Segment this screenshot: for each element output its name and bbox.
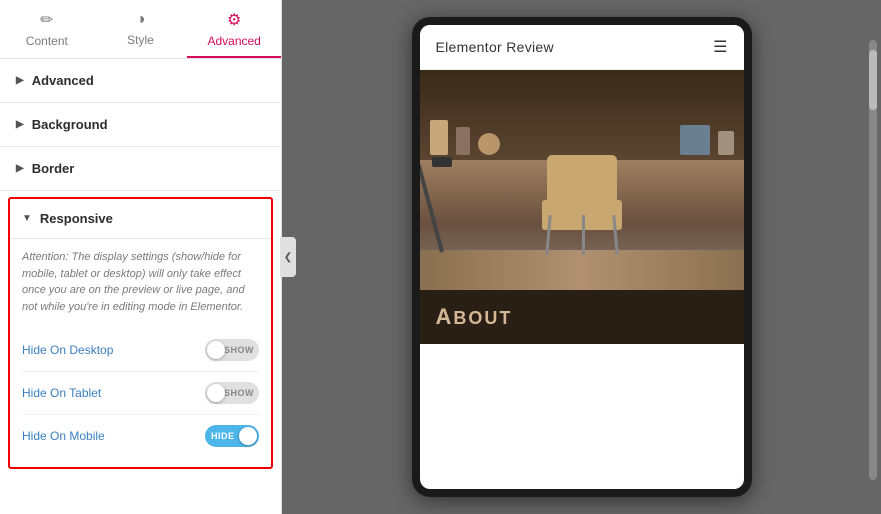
tab-advanced[interactable]: ⚙ Advanced bbox=[187, 0, 281, 58]
section-advanced-label: Advanced bbox=[32, 73, 94, 88]
left-panel: ✏ Content ◑ Style ⚙ Advanced ▶ Advanced … bbox=[0, 0, 282, 514]
tab-style-label: Style bbox=[127, 33, 154, 47]
chair-back bbox=[547, 155, 617, 205]
chevron-right-icon-border: ▶ bbox=[16, 163, 24, 174]
phone-mockup: Elementor Review ☰ bbox=[412, 17, 752, 497]
hide-desktop-toggle-text: SHOW bbox=[224, 345, 254, 355]
responsive-content: Attention: The display settings (show/hi… bbox=[10, 239, 271, 467]
hide-mobile-toggle[interactable]: HIDE bbox=[205, 425, 259, 447]
chevron-right-icon: ▶ bbox=[16, 75, 24, 86]
shelf-item-3 bbox=[478, 133, 500, 155]
lamp-wrap bbox=[440, 162, 444, 252]
hide-tablet-row: Hide On Tablet SHOW bbox=[22, 372, 259, 415]
responsive-section-header[interactable]: ▼ Responsive bbox=[10, 199, 271, 239]
tab-style[interactable]: ◑ Style bbox=[94, 0, 188, 58]
content-icon: ✏ bbox=[40, 10, 53, 30]
hide-mobile-label: Hide On Mobile bbox=[22, 429, 105, 443]
hide-tablet-label: Hide On Tablet bbox=[22, 386, 101, 400]
hide-desktop-toggle-wrap: SHOW bbox=[205, 339, 259, 361]
shelf-item-5 bbox=[718, 131, 734, 155]
chair-leg-center bbox=[582, 215, 585, 255]
hide-tablet-toggle-text: SHOW bbox=[224, 388, 254, 398]
phone-screen: Elementor Review ☰ bbox=[420, 25, 744, 489]
about-title: ABOUT bbox=[436, 304, 513, 329]
right-preview: Elementor Review ☰ bbox=[282, 0, 881, 514]
chair-legs-wrap bbox=[547, 205, 617, 255]
hero-image bbox=[420, 70, 744, 290]
hide-tablet-toggle[interactable]: SHOW bbox=[205, 382, 259, 404]
desk-scene bbox=[420, 70, 744, 290]
section-border-header[interactable]: ▶ Border bbox=[0, 147, 281, 191]
hide-tablet-toggle-wrap: SHOW bbox=[205, 382, 259, 404]
collapse-panel-button[interactable]: ❮ bbox=[280, 237, 296, 277]
section-advanced-header[interactable]: ▶ Advanced bbox=[0, 59, 281, 103]
floor bbox=[420, 250, 744, 290]
tab-advanced-label: Advanced bbox=[207, 34, 260, 48]
shelf bbox=[420, 70, 744, 160]
lamp-head bbox=[432, 157, 452, 167]
hide-tablet-knob bbox=[207, 384, 225, 402]
responsive-note: Attention: The display settings (show/hi… bbox=[22, 249, 259, 315]
hide-desktop-toggle[interactable]: SHOW bbox=[205, 339, 259, 361]
hide-desktop-row: Hide On Desktop SHOW bbox=[22, 329, 259, 372]
site-header: Elementor Review ☰ bbox=[420, 25, 744, 70]
chevron-down-icon: ▼ bbox=[22, 213, 32, 224]
responsive-label: Responsive bbox=[40, 211, 113, 226]
chevron-right-icon-bg: ▶ bbox=[16, 119, 24, 130]
section-background-label: Background bbox=[32, 117, 108, 132]
shelf-item-1 bbox=[430, 120, 448, 155]
hide-mobile-toggle-text: HIDE bbox=[211, 431, 235, 441]
section-border-label: Border bbox=[32, 161, 75, 176]
responsive-section: ▼ Responsive Attention: The display sett… bbox=[8, 197, 273, 469]
hide-desktop-knob bbox=[207, 341, 225, 359]
shelf-item-2 bbox=[456, 127, 470, 155]
sections-list: ▶ Advanced ▶ Background ▶ Border ▼ Respo… bbox=[0, 59, 281, 514]
hide-mobile-knob bbox=[239, 427, 257, 445]
lamp-pole bbox=[420, 165, 444, 253]
hide-mobile-toggle-wrap: HIDE bbox=[205, 425, 259, 447]
section-background-header[interactable]: ▶ Background bbox=[0, 103, 281, 147]
site-title: Elementor Review bbox=[436, 39, 554, 55]
shelf-item-4 bbox=[680, 125, 710, 155]
advanced-icon: ⚙ bbox=[227, 10, 241, 30]
hamburger-icon[interactable]: ☰ bbox=[713, 37, 727, 57]
tab-content[interactable]: ✏ Content bbox=[0, 0, 94, 58]
about-section: ABOUT bbox=[420, 290, 744, 344]
tab-bar: ✏ Content ◑ Style ⚙ Advanced bbox=[0, 0, 281, 59]
hide-desktop-label: Hide On Desktop bbox=[22, 343, 113, 357]
hide-mobile-row: Hide On Mobile HIDE bbox=[22, 415, 259, 457]
chair-leg-left bbox=[545, 215, 551, 255]
style-icon: ◑ bbox=[136, 11, 146, 29]
tab-content-label: Content bbox=[26, 34, 68, 48]
